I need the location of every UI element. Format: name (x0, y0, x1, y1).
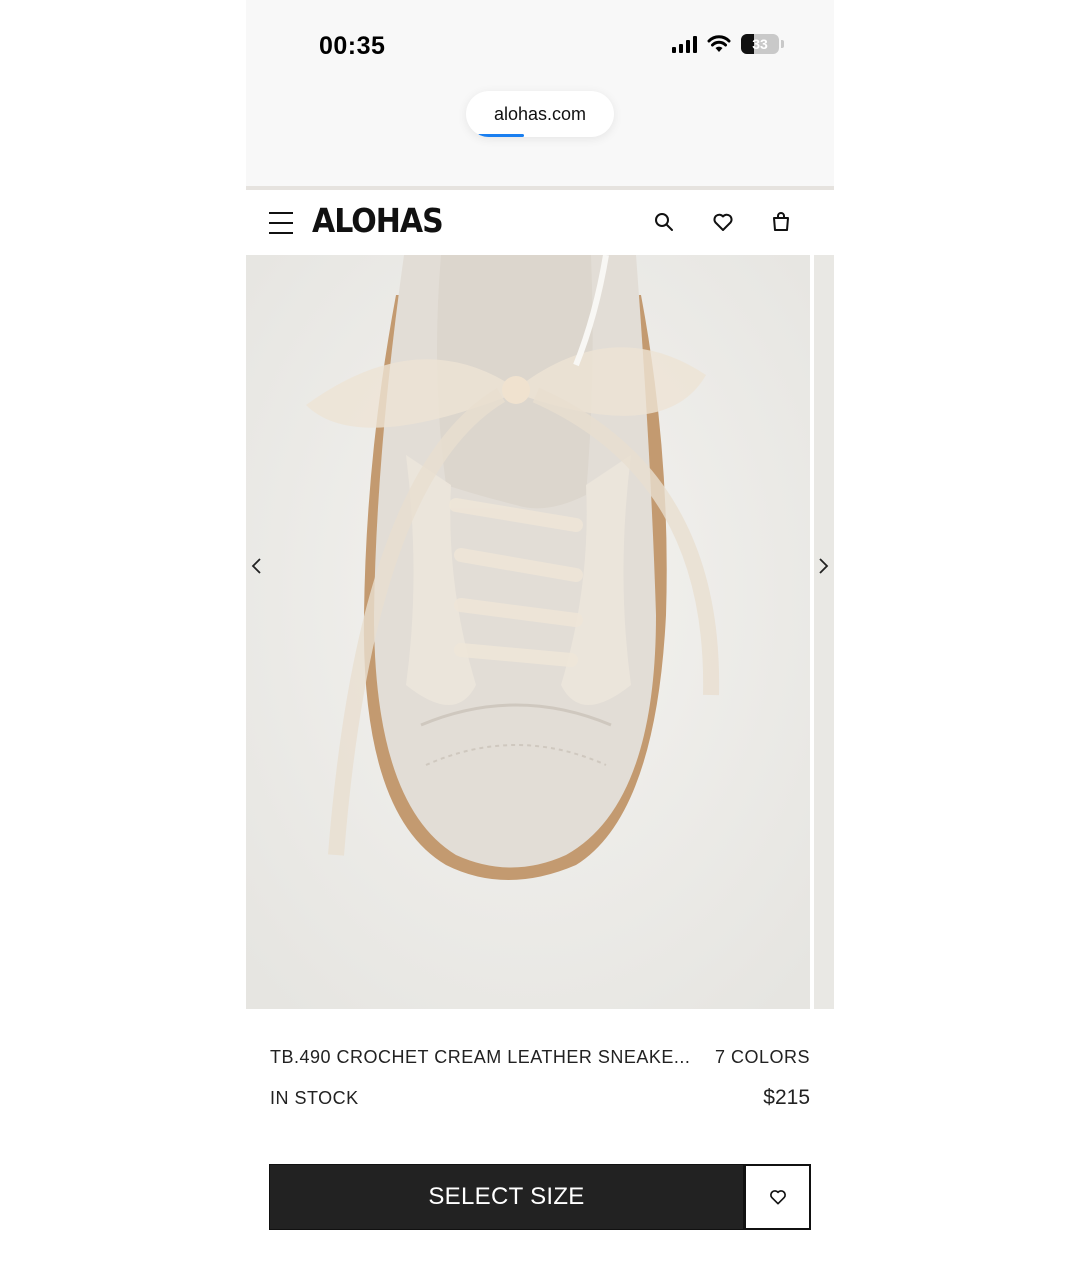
brand-logo[interactable]: ALOHAS (312, 202, 444, 241)
product-price: $215 (763, 1086, 810, 1109)
battery-tip (781, 40, 784, 48)
battery-percent: 33 (752, 36, 768, 52)
cellular-signal-icon (672, 35, 697, 53)
menu-icon[interactable] (269, 212, 293, 234)
heart-icon (769, 1190, 786, 1205)
heart-icon[interactable] (711, 210, 735, 234)
url-text: alohas.com (493, 103, 587, 124)
phone-screen: 00:35 33 alohas.com ALOHAS TB.490 CROCHE… (246, 0, 834, 1280)
chevron-right-icon[interactable] (812, 555, 834, 577)
url-bar[interactable]: alohas.com (466, 91, 614, 137)
product-colors-link[interactable]: 7 COLORS (715, 1047, 810, 1068)
search-icon[interactable] (652, 210, 676, 234)
site-header: ALOHAS (246, 190, 834, 255)
bag-icon[interactable] (769, 210, 793, 234)
wifi-icon (707, 35, 731, 52)
battery-icon: 33 (741, 34, 779, 54)
stock-status: IN STOCK (270, 1088, 359, 1108)
product-photo (246, 255, 812, 1009)
next-image-peek (810, 255, 834, 1009)
status-time: 00:35 (319, 32, 386, 60)
browser-chrome: 00:35 33 alohas.com (246, 0, 834, 186)
chevron-left-icon[interactable] (246, 555, 268, 577)
select-size-button[interactable]: SELECT SIZE (269, 1164, 744, 1230)
page-load-progress (478, 134, 524, 137)
add-to-wishlist-button[interactable] (744, 1164, 811, 1230)
status-icons: 33 (672, 34, 784, 54)
product-image-gallery[interactable] (246, 255, 834, 1009)
product-name[interactable]: TB.490 CROCHET CREAM LEATHER SNEAKE... (270, 1047, 700, 1068)
